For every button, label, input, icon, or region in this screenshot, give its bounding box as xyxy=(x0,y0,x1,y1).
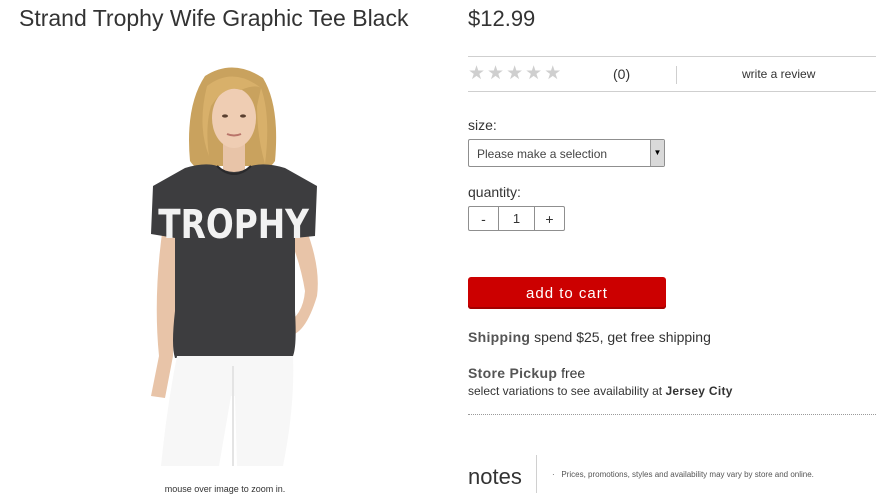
notes-heading: notes xyxy=(468,464,522,489)
product-image[interactable]: TROPHY xyxy=(145,66,325,466)
star-icon: ★ xyxy=(487,63,505,84)
quantity-input[interactable]: 1 xyxy=(499,207,534,230)
divider xyxy=(676,66,677,84)
star-icon: ★ xyxy=(468,63,486,84)
add-to-cart-button[interactable]: add to cart xyxy=(468,277,666,309)
star-icon: ★ xyxy=(506,63,524,84)
shipping-text: spend $25, get free shipping xyxy=(530,329,711,345)
notes-text: · Prices, promotions, styles and availab… xyxy=(552,470,814,479)
store-pickup-info: Store Pickup free xyxy=(468,365,585,381)
pickup-store-name[interactable]: Jersey City xyxy=(665,384,732,398)
shipping-label: Shipping xyxy=(468,329,531,345)
divider xyxy=(468,414,876,415)
star-icon: ★ xyxy=(525,63,543,84)
dropdown-arrow-icon[interactable]: ▼ xyxy=(650,140,664,166)
divider xyxy=(468,91,876,92)
pickup-label: Store Pickup xyxy=(468,365,558,381)
product-title: Strand Trophy Wife Graphic Tee Black xyxy=(19,5,409,31)
bullet-icon: · xyxy=(552,470,555,479)
shipping-info: Shipping spend $25, get free shipping xyxy=(468,329,711,345)
notes-body: Prices, promotions, styles and availabil… xyxy=(561,470,814,479)
review-count: (0) xyxy=(613,66,631,82)
pickup-availability: select variations to see availability at… xyxy=(468,384,733,398)
quantity-stepper[interactable]: - 1 + xyxy=(468,206,565,231)
product-price: $12.99 xyxy=(468,6,536,31)
model-illustration: TROPHY xyxy=(151,67,318,466)
write-review-link[interactable]: write a review xyxy=(742,67,815,81)
quantity-label: quantity: xyxy=(468,184,521,200)
size-label: size: xyxy=(468,117,497,133)
quantity-decrease-button[interactable]: - xyxy=(469,207,499,230)
size-select-value: Please make a selection xyxy=(477,147,608,161)
star-icon: ★ xyxy=(544,63,562,84)
size-select[interactable]: Please make a selection ▼ xyxy=(468,139,665,167)
shirt-graphic-text: TROPHY xyxy=(158,201,309,248)
pickup-text: free xyxy=(557,365,586,381)
star-rating[interactable]: ★ ★ ★ ★ ★ xyxy=(468,64,561,84)
pickup-sub-text: select variations to see availability at xyxy=(468,384,666,398)
quantity-increase-button[interactable]: + xyxy=(534,207,564,230)
divider xyxy=(536,455,537,493)
divider xyxy=(468,56,876,57)
